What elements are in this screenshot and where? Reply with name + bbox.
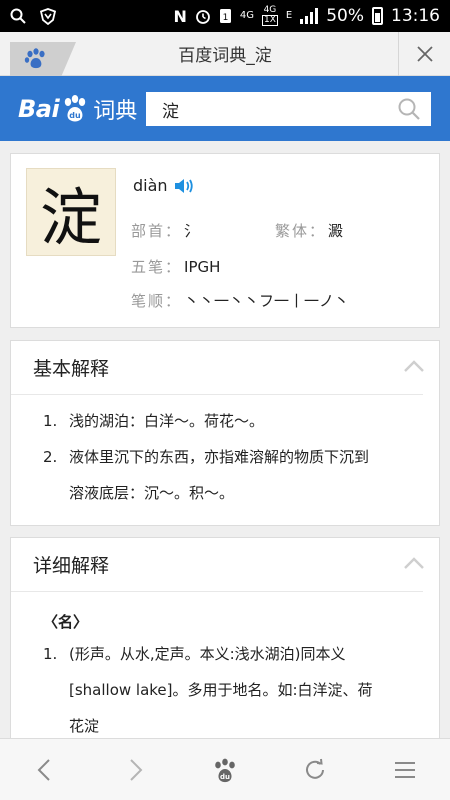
clock: 13:16 (391, 6, 440, 26)
stroke-order-label: 笔顺： (131, 292, 183, 310)
refresh-button[interactable] (285, 745, 345, 795)
stroke-order-row: 笔顺： 丶丶一丶丶フ一丨一ノ丶 (131, 290, 349, 311)
chevron-up-icon[interactable] (403, 556, 425, 570)
logo-text-bai: Bai (18, 94, 60, 123)
pinyin-text: diàn (133, 176, 168, 195)
search-icon (10, 7, 26, 25)
basic-explanation-header[interactable]: 基本解释 (11, 341, 425, 395)
chevron-up-icon[interactable] (403, 359, 425, 373)
baidu-dictionary-logo[interactable]: Bai du 词典 (18, 93, 137, 125)
item-number: 1. (43, 645, 58, 663)
signal-lte-icon: 4G 1X (261, 5, 278, 26)
item-text: 浅的湖泊：白洋～。荷花～。 (69, 412, 265, 430)
menu-icon (395, 761, 415, 778)
item-number: 1. (43, 412, 58, 430)
browser-title-bar: 百度词典_淀 (0, 32, 450, 76)
item-text: [shallow lake]。多用于地名。如:白洋淀、荷 (69, 681, 373, 699)
search-icon[interactable] (397, 97, 421, 121)
wubi-label: 五笔： (131, 258, 183, 276)
menu-button[interactable] (375, 745, 435, 795)
lte-label: 4G (263, 5, 277, 15)
lte-sub-label: 1X (261, 15, 278, 26)
signal-bars-icon (300, 8, 319, 24)
radical-label: 部首： (131, 222, 183, 240)
dictionary-header: Bai du 词典 (0, 76, 450, 141)
chevron-left-icon (37, 758, 50, 781)
search-input[interactable] (162, 99, 392, 119)
close-tab-button[interactable] (398, 32, 450, 76)
tab-favicon-button[interactable] (10, 42, 76, 76)
wubi-value: IPGH (184, 257, 221, 276)
list-item: [shallow lake]。多用于地名。如:白洋淀、荷 (43, 672, 419, 708)
wubi-row: 五笔： IPGH (131, 256, 220, 277)
svg-text:1: 1 (222, 13, 228, 23)
detailed-explanation-header[interactable]: 详细解释 (11, 538, 425, 592)
radical-value: 氵 (184, 222, 200, 240)
traditional-value: 澱 (328, 222, 344, 240)
shield-icon (40, 7, 56, 25)
detailed-explanation-card: 详细解释 〈名〉 1. (形声。从水,定声。本义:浅水湖泊)同本义 [shall… (10, 537, 440, 747)
list-item: 1. (形声。从水,定声。本义:浅水湖泊)同本义 (43, 636, 419, 672)
item-number: 2. (43, 448, 58, 466)
browser-bottom-nav: du (0, 738, 450, 800)
part-of-speech-tag: 〈名〉 (43, 613, 89, 631)
refresh-icon (306, 758, 324, 779)
paw-icon (24, 48, 45, 69)
basic-explanation-card: 基本解释 1. 浅的湖泊：白洋～。荷花～。 2. 液体里沉下的东西，亦指难溶解的… (10, 340, 440, 526)
basic-explanation-list: 1. 浅的湖泊：白洋～。荷花～。 2. 液体里沉下的东西，亦指难溶解的物质下沉到… (11, 395, 439, 511)
list-item: 2. 液体里沉下的东西，亦指难溶解的物质下沉到 (43, 439, 419, 475)
alarm-icon (195, 7, 211, 25)
item-number (43, 672, 69, 708)
search-box[interactable] (146, 92, 431, 126)
detailed-explanation-list: 〈名〉 1. (形声。从水,定声。本义:浅水湖泊)同本义 [shallow la… (11, 592, 439, 744)
stroke-order-value: 丶丶一丶丶フ一丨一ノ丶 (184, 292, 350, 310)
speaker-icon[interactable] (174, 178, 194, 194)
back-button[interactable] (15, 745, 75, 795)
network-type: 4G (239, 10, 254, 21)
paw-home-icon: du (215, 758, 235, 782)
traditional-row: 繁体： 澱 (275, 220, 343, 241)
paw-logo-icon: du (65, 94, 86, 121)
close-icon (416, 46, 433, 62)
item-text: 液体里沉下的东西，亦指难溶解的物质下沉到 (69, 448, 370, 466)
traditional-label: 繁体： (275, 222, 327, 240)
forward-button[interactable] (105, 745, 165, 795)
home-button[interactable]: du (195, 745, 255, 795)
battery-icon (372, 7, 383, 25)
item-text: 溶液底层：沉～。积～。 (69, 484, 235, 502)
basic-explanation-title: 基本解释 (33, 358, 110, 380)
character-info-card: 淀 diàn 部首： 氵 繁体： 澱 五笔： IPGH 笔顺： 丶丶一丶丶フ一丨… (10, 153, 440, 328)
pinyin-row: diàn (133, 176, 194, 195)
battery-percent: 50% (326, 6, 364, 26)
svg-text:du: du (220, 773, 230, 781)
radical-row: 部首： 氵 (131, 220, 199, 241)
detailed-explanation-title: 详细解释 (33, 555, 110, 577)
nfc-icon: N (173, 6, 187, 26)
chevron-right-icon (130, 758, 143, 781)
logo-text-cidian: 词典 (93, 98, 138, 124)
list-item: 溶液底层：沉～。积～。 (43, 475, 419, 511)
sim-icon: 1 (219, 7, 232, 25)
item-text: (形声。从水,定声。本义:浅水湖泊)同本义 (69, 645, 346, 663)
svg-text:du: du (70, 111, 82, 120)
edge-label: E (285, 10, 293, 21)
status-bar: N 1 4G 4G 1X E 50% 13:16 (0, 0, 450, 32)
list-item: 1. 浅的湖泊：白洋～。荷花～。 (43, 403, 419, 439)
item-number (43, 475, 69, 511)
character-glyph: 淀 (26, 168, 116, 256)
